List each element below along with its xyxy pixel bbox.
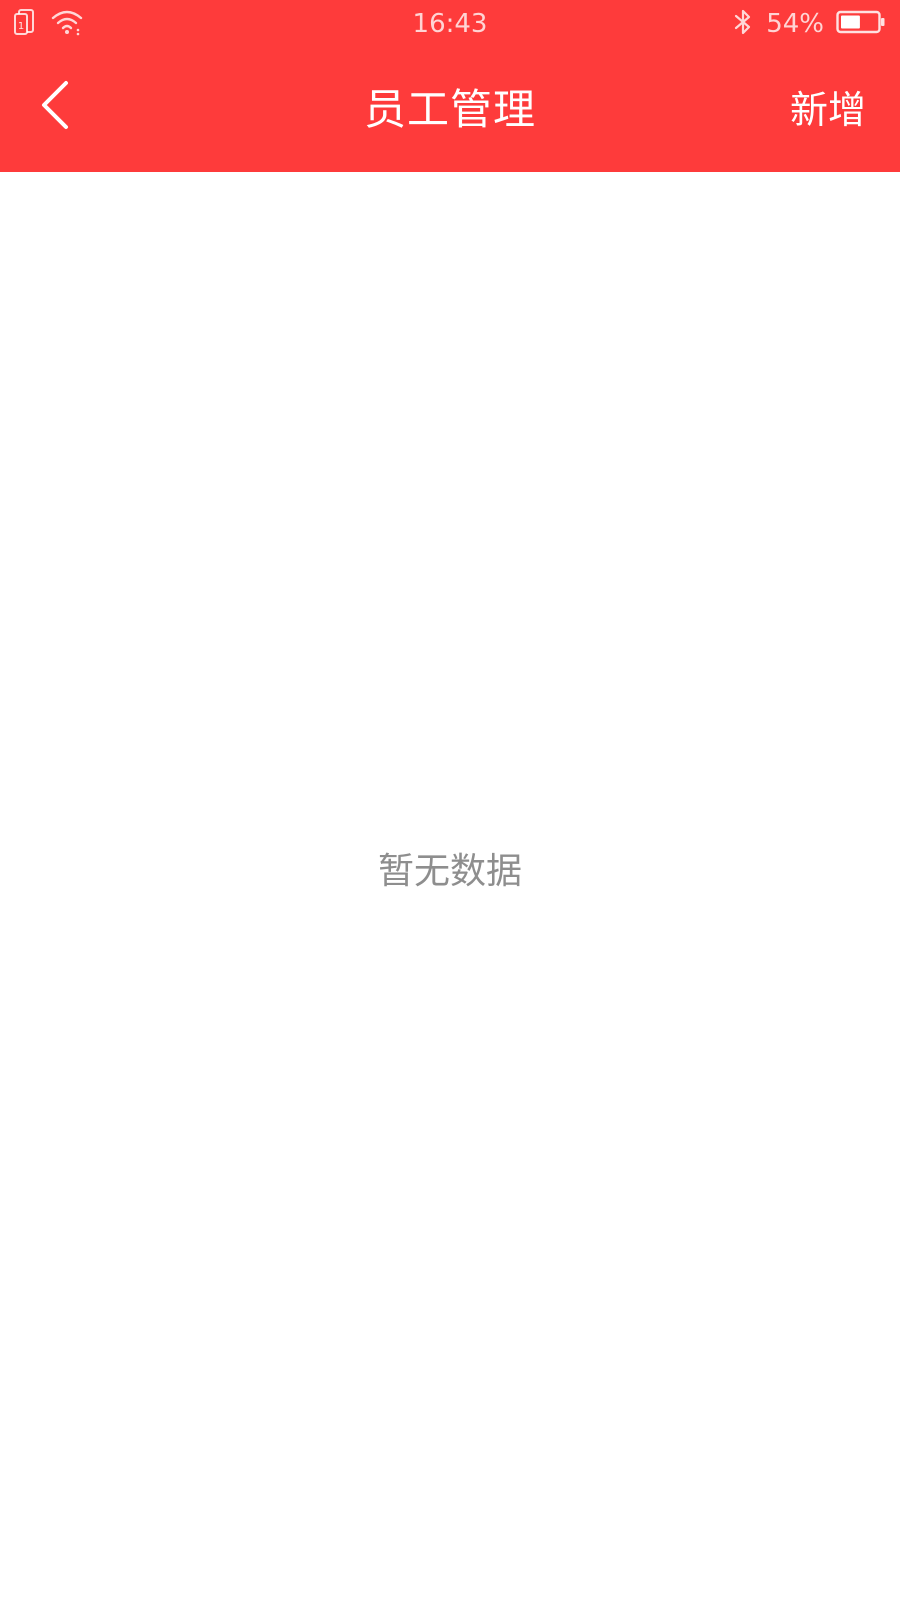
bluetooth-icon <box>732 8 754 40</box>
page-title: 员工管理 <box>363 85 536 134</box>
svg-text:1: 1 <box>18 21 24 32</box>
wifi-icon <box>50 8 84 40</box>
nav-bar: 员工管理 新增 <box>0 48 900 172</box>
battery-percent: 54% <box>766 9 824 39</box>
add-button[interactable]: 新增 <box>790 78 866 142</box>
content-area: 暂无数据 <box>0 172 900 1600</box>
status-left-icons: 1 <box>14 8 84 40</box>
back-button[interactable] <box>26 72 82 142</box>
status-bar: 1 16:43 54% <box>0 0 900 48</box>
status-right-icons: 54% <box>732 6 886 42</box>
chevron-left-icon <box>34 77 74 137</box>
empty-state-text: 暂无数据 <box>377 851 522 892</box>
screen: 1 16:43 54% 员工管理 新增 暂无数据 <box>0 0 900 1600</box>
sim-icon: 1 <box>14 8 38 40</box>
battery-icon <box>836 10 886 38</box>
header-bar: 1 16:43 54% 员工管理 新增 <box>0 0 900 172</box>
